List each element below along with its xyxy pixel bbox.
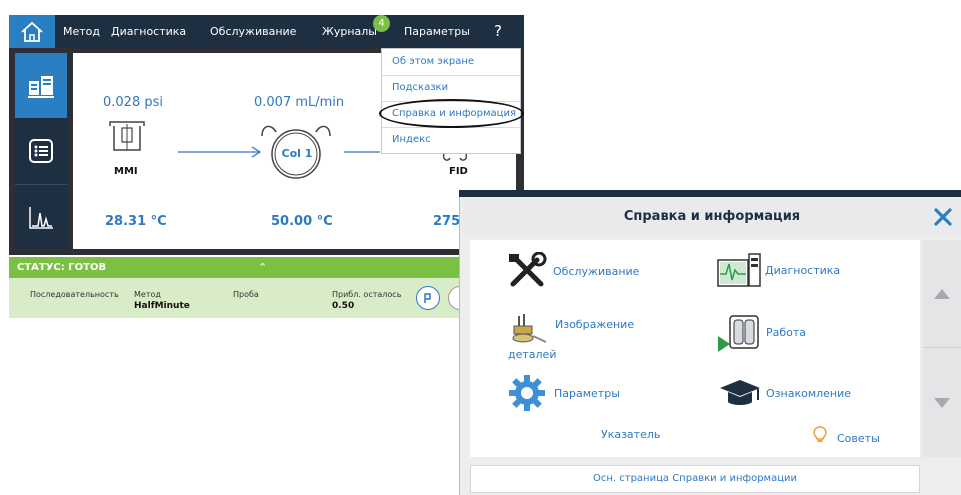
help-topic-parts-image-label: Изображение — [555, 318, 635, 331]
inlet-pressure: 0.028 psi — [103, 95, 163, 110]
menu-item-hints[interactable]: Подсказки — [382, 75, 520, 101]
gear-icon — [509, 375, 545, 411]
highlight-ellipse — [379, 99, 524, 128]
nav-diagnostics[interactable]: Диагностика — [107, 15, 190, 48]
lightbulb-icon — [813, 425, 827, 442]
help-topic-tips[interactable]: Советы — [813, 424, 880, 445]
help-home-link[interactable]: Осн. страница Справки и информации — [470, 465, 920, 493]
menu-item-index[interactable]: Индекс — [382, 127, 520, 153]
diagnostics-icon — [717, 253, 761, 287]
triangle-down-icon — [934, 398, 950, 408]
help-topic-intro[interactable]: Ознакомление — [718, 378, 851, 408]
flow-arrow-1 — [178, 146, 262, 158]
help-topic-diagnostics-label: Диагностика — [765, 263, 841, 277]
chromatogram-icon — [29, 206, 53, 229]
inlet-name: MMI — [114, 166, 138, 177]
remaining-label: Прибл. осталось — [332, 290, 402, 299]
inlet-icon — [109, 121, 145, 151]
scroll-up-button[interactable] — [923, 240, 961, 348]
chevron-up-icon[interactable]: ⌃ — [258, 257, 267, 278]
menu-item-about-screen[interactable]: Об этом экране — [382, 49, 520, 75]
help-topic-parts-image-label-2: деталей — [508, 348, 557, 361]
sidebar-method-list-button[interactable] — [15, 118, 67, 183]
sidebar-chromatogram-button[interactable] — [15, 184, 67, 250]
home-icon — [21, 21, 43, 42]
help-topic-index[interactable]: Указатель — [601, 428, 660, 441]
graduation-cap-icon — [720, 380, 760, 405]
help-topic-settings[interactable]: Параметры — [508, 374, 620, 412]
journals-count-badge: 4 — [373, 15, 390, 32]
inlet-temperature: 28.31 °C — [105, 214, 167, 229]
nav-maintenance[interactable]: Обслуживание — [206, 15, 300, 48]
help-topic-tips-label: Советы — [837, 432, 880, 445]
pause-run-button[interactable] — [416, 286, 440, 310]
detector-name: FID — [449, 166, 468, 177]
operation-icon — [718, 315, 759, 352]
nav-help-button[interactable]: ? — [490, 15, 506, 48]
nav-method[interactable]: Метод — [59, 15, 104, 48]
column-flow: 0.007 mL/min — [254, 95, 345, 110]
triangle-up-icon — [934, 288, 950, 299]
help-topic-diagnostics[interactable]: Диагностика — [717, 252, 840, 288]
nav-settings[interactable]: Параметры — [400, 15, 474, 48]
remaining-value: 0.50 — [332, 301, 355, 311]
help-topic-settings-label: Параметры — [554, 386, 620, 400]
close-button[interactable] — [929, 201, 957, 233]
parts-image-icon — [512, 314, 547, 343]
run-control-icon — [424, 293, 431, 303]
dialog-top-strip — [459, 190, 961, 197]
scroll-down-button[interactable] — [923, 349, 961, 457]
column-name: Col 1 — [281, 147, 313, 160]
dialog-title: Справка и информация — [623, 209, 801, 224]
method-value: HalfMinute — [134, 301, 190, 311]
sample-label: Проба — [233, 290, 259, 299]
list-icon — [29, 138, 53, 163]
home-button[interactable] — [9, 15, 55, 48]
help-topic-maintenance-label: Обслуживание — [553, 264, 640, 278]
close-icon — [934, 208, 952, 226]
sequence-label: Последовательность — [30, 290, 119, 299]
status-text: СТАТУС: ГОТОВ — [17, 262, 107, 273]
nav-journals[interactable]: Журналы — [318, 15, 381, 48]
tools-icon — [509, 252, 547, 287]
method-label: Метод — [134, 290, 161, 299]
help-topic-operation-label: Работа — [766, 325, 807, 339]
help-topic-intro-label: Ознакомление — [766, 386, 852, 400]
help-topic-operation[interactable]: Работа — [718, 312, 806, 352]
flow-arrow-2 — [344, 151, 380, 153]
sidebar-dashboard-button[interactable] — [15, 53, 67, 118]
dashboard-icon — [28, 75, 54, 98]
help-topic-maintenance[interactable]: Обслуживание — [507, 252, 639, 290]
column-temperature: 50.00 °C — [271, 214, 333, 229]
